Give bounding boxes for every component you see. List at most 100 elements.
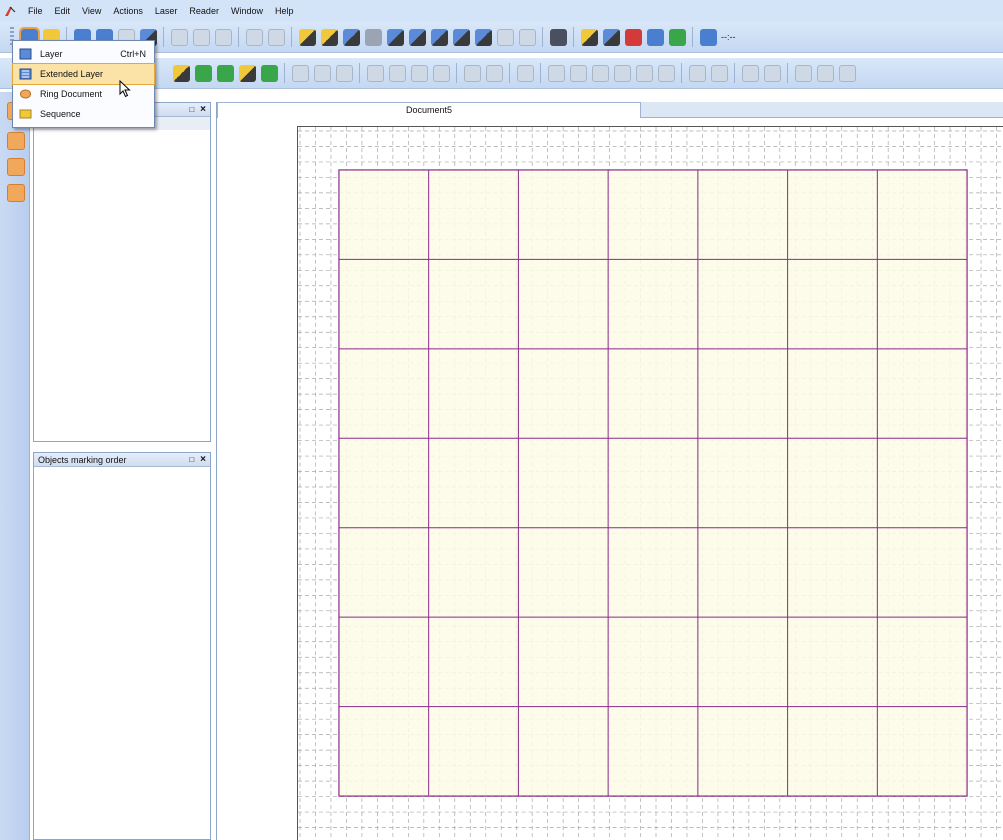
left-toolbar: [0, 92, 30, 840]
toolbar-separator: [787, 63, 788, 83]
io-button[interactable]: [624, 28, 642, 46]
menu-actions[interactable]: Actions: [107, 6, 149, 16]
align-bottom-button[interactable]: [657, 64, 675, 82]
layers-stack-button[interactable]: [668, 28, 686, 46]
toolbar-separator: [542, 27, 543, 47]
menu-item-label: Extended Layer: [40, 69, 104, 79]
toolbar-separator: [540, 63, 541, 83]
zoom-in-button[interactable]: [794, 64, 812, 82]
laser-settings-button[interactable]: [364, 28, 382, 46]
group-button[interactable]: [291, 64, 309, 82]
menu-item-label: Ring Document: [40, 89, 103, 99]
zoom-fit-button[interactable]: [838, 64, 856, 82]
align-center-button[interactable]: [569, 64, 587, 82]
menu-item-layer[interactable]: Layer Ctrl+N: [13, 44, 154, 64]
rectangle-tool-button[interactable]: [366, 64, 384, 82]
menu-item-sequence[interactable]: Sequence: [13, 104, 154, 124]
menu-item-ring-document[interactable]: Ring Document: [13, 84, 154, 104]
square-tool-button[interactable]: [432, 64, 450, 82]
laser-mark-button[interactable]: [298, 28, 316, 46]
close-icon[interactable]: ×: [200, 454, 206, 465]
pin-icon[interactable]: □: [189, 105, 194, 114]
copy-button[interactable]: [192, 28, 210, 46]
undo-button[interactable]: [245, 28, 263, 46]
laser-tool-a-button[interactable]: [386, 28, 404, 46]
laser-tool-c-button[interactable]: [430, 28, 448, 46]
toolbar-separator: [238, 27, 239, 47]
zoom-tool-button[interactable]: [7, 184, 25, 202]
toolbar-separator: [359, 63, 360, 83]
menu-edit[interactable]: Edit: [49, 6, 77, 16]
document-tab-bar: Document5: [217, 102, 1003, 118]
camera-button[interactable]: [549, 28, 567, 46]
layers-panel: □ × <Empty>: [33, 102, 211, 442]
menu-file[interactable]: File: [22, 6, 49, 16]
menu-item-extended-layer[interactable]: Extended Layer: [12, 63, 155, 85]
laser-tool-d-button[interactable]: [452, 28, 470, 46]
document-area: Document5: [216, 102, 1003, 840]
redo-button[interactable]: [267, 28, 285, 46]
combine-button[interactable]: [335, 64, 353, 82]
line-tool-button[interactable]: [238, 64, 256, 82]
cut-button[interactable]: [170, 28, 188, 46]
arrange-button[interactable]: [763, 64, 781, 82]
user-button[interactable]: [646, 28, 664, 46]
timer-readout: --:--: [721, 32, 736, 42]
toolbar-separator: [284, 63, 285, 83]
laser-tool-b-button[interactable]: [408, 28, 426, 46]
menu-help[interactable]: Help: [269, 6, 300, 16]
ring-icon: [20, 89, 31, 99]
menu-view[interactable]: View: [76, 6, 107, 16]
image-tool-button[interactable]: [485, 64, 503, 82]
menu-bar: File Edit View Actions Laser Reader Wind…: [0, 0, 1003, 22]
ellipse-tool-button[interactable]: [410, 64, 428, 82]
menu-item-label: Sequence: [40, 109, 81, 119]
tab-document5[interactable]: Document5: [217, 102, 641, 118]
work-area: [338, 169, 968, 797]
marker-tool-button[interactable]: [580, 28, 598, 46]
timer-icon[interactable]: [699, 28, 717, 46]
design-canvas[interactable]: [297, 126, 1003, 840]
lasso-select-button[interactable]: [172, 64, 190, 82]
step-back-button[interactable]: [496, 28, 514, 46]
marking-order-panel: Objects marking order □ ×: [33, 452, 211, 840]
extended-layer-icon: [19, 68, 32, 80]
toolbar-separator: [509, 63, 510, 83]
rect-select-button[interactable]: [194, 64, 212, 82]
menu-reader[interactable]: Reader: [183, 6, 225, 16]
mirror-vertical-button[interactable]: [688, 64, 706, 82]
text-tool-button[interactable]: [516, 64, 534, 82]
distribute-button[interactable]: [741, 64, 759, 82]
mirror-horizontal-button[interactable]: [710, 64, 728, 82]
sequence-icon: [19, 109, 32, 119]
ungroup-button[interactable]: [313, 64, 331, 82]
toolbar-separator: [291, 27, 292, 47]
rounded-rect-tool-button[interactable]: [388, 64, 406, 82]
app-logo-icon: [5, 6, 16, 16]
align-left-button[interactable]: [547, 64, 565, 82]
pin-icon[interactable]: □: [189, 455, 194, 464]
align-middle-button[interactable]: [635, 64, 653, 82]
menu-laser[interactable]: Laser: [149, 6, 184, 16]
new-document-menu: Layer Ctrl+N Extended Layer Ring Documen…: [12, 40, 155, 128]
marker-settings-button[interactable]: [602, 28, 620, 46]
laser-mark-selected-button[interactable]: [320, 28, 338, 46]
point-tool-button[interactable]: [260, 64, 278, 82]
menu-window[interactable]: Window: [225, 6, 269, 16]
rotate-tool-button[interactable]: [7, 132, 25, 150]
step-forward-button[interactable]: [518, 28, 536, 46]
close-icon[interactable]: ×: [200, 104, 206, 115]
paste-button[interactable]: [214, 28, 232, 46]
laser-preview-button[interactable]: [342, 28, 360, 46]
zoom-out-button[interactable]: [816, 64, 834, 82]
toolbar-separator: [692, 27, 693, 47]
node-edit-button[interactable]: [216, 64, 234, 82]
toolbar-separator: [734, 63, 735, 83]
mouse-cursor-icon: [119, 80, 131, 98]
align-right-button[interactable]: [591, 64, 609, 82]
align-top-button[interactable]: [613, 64, 631, 82]
toolbar-separator: [681, 63, 682, 83]
shape-tool-button[interactable]: [7, 158, 25, 176]
barcode-tool-button[interactable]: [463, 64, 481, 82]
laser-tool-e-button[interactable]: [474, 28, 492, 46]
